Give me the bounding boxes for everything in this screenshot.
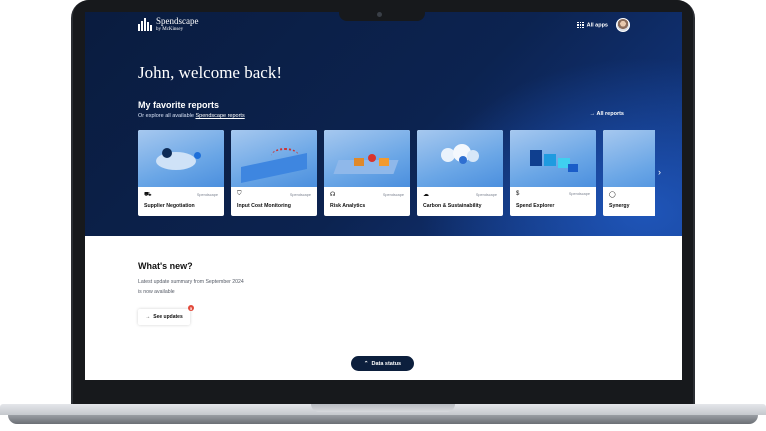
header-actions: All apps: [577, 18, 630, 32]
carousel-next-icon[interactable]: ›: [658, 167, 661, 177]
brand-sub: by McKinsey: [156, 27, 184, 32]
camera-icon: [377, 12, 382, 17]
handshake-icon: ⛟: [144, 192, 152, 198]
report-thumbnail: [510, 130, 596, 187]
report-title: Synergy: [609, 203, 630, 209]
laptop-groove: [311, 404, 455, 412]
whats-new-title: What's new?: [138, 261, 193, 271]
report-thumbnail: [231, 130, 317, 187]
favorite-reports-subtitle: Or explore all available Spendscape repo…: [138, 113, 245, 119]
whats-new-text: Latest update summary from September 202…: [138, 279, 244, 295]
camera-notch: [339, 10, 425, 21]
cloud-icon: ☁: [423, 192, 429, 198]
synergy-icon: ◯: [609, 192, 616, 198]
report-thumbnail: [603, 130, 655, 187]
favorite-reports-title: My favorite reports: [138, 100, 220, 110]
report-thumbnail: [417, 130, 503, 187]
welcome-heading: John, welcome back!: [138, 63, 282, 82]
user-avatar[interactable]: [616, 18, 630, 32]
report-thumbnail: [138, 130, 224, 187]
hero-section: Spendscape by McKinsey All apps John, we…: [85, 12, 682, 236]
all-apps-label: All apps: [586, 22, 608, 29]
laptop-base: [0, 404, 766, 431]
see-updates-label: See updates: [153, 314, 183, 320]
brand-name: Spendscape: [156, 16, 199, 26]
see-updates-button[interactable]: → See updates 5: [138, 305, 194, 325]
dollar-icon: $: [516, 191, 520, 197]
report-card[interactable]: ◯ Synergy: [603, 130, 655, 216]
risk-icon: ☊: [330, 192, 336, 198]
report-title: Input Cost Monitoring: [237, 203, 291, 209]
report-title: Spend Explorer: [516, 203, 555, 209]
report-card[interactable]: ⛟ Spendscape Supplier Negotiation: [138, 130, 224, 216]
shield-icon: ⛉: [237, 191, 242, 197]
apps-grid-icon: [577, 21, 584, 29]
notification-badge: 5: [188, 305, 194, 311]
all-reports-link[interactable]: → All reports: [590, 111, 624, 117]
report-cards: ⛟ Spendscape Supplier Negotiation ⛉ Spends…: [138, 130, 655, 216]
brand-logo-icon: [138, 18, 152, 31]
spendscape-reports-link[interactable]: Spendscape reports: [195, 113, 244, 119]
report-title: Risk Analytics: [330, 203, 366, 209]
brand-logo[interactable]: Spendscape by McKinsey: [138, 17, 199, 32]
report-card[interactable]: ☊ Spendscape Risk Analytics: [324, 130, 410, 216]
all-apps-button[interactable]: All apps: [577, 21, 608, 29]
app-screen: Spendscape by McKinsey All apps John, we…: [85, 12, 682, 380]
report-thumbnail: [324, 130, 410, 187]
data-status-button[interactable]: ⌃ Data status: [351, 356, 414, 371]
report-card[interactable]: ⛉ Spendscape Input Cost Monitoring: [231, 130, 317, 216]
report-title: Supplier Negotiation: [144, 203, 195, 209]
arrow-right-icon: →: [145, 314, 151, 320]
data-status-label: Data status: [371, 360, 402, 367]
report-card[interactable]: ☁ Spendscape Carbon & Sustainability: [417, 130, 503, 216]
report-card[interactable]: $ Spendscape Spend Explorer: [510, 130, 596, 216]
chevron-up-icon: ⌃: [363, 360, 369, 367]
report-title: Carbon & Sustainability: [423, 203, 482, 209]
